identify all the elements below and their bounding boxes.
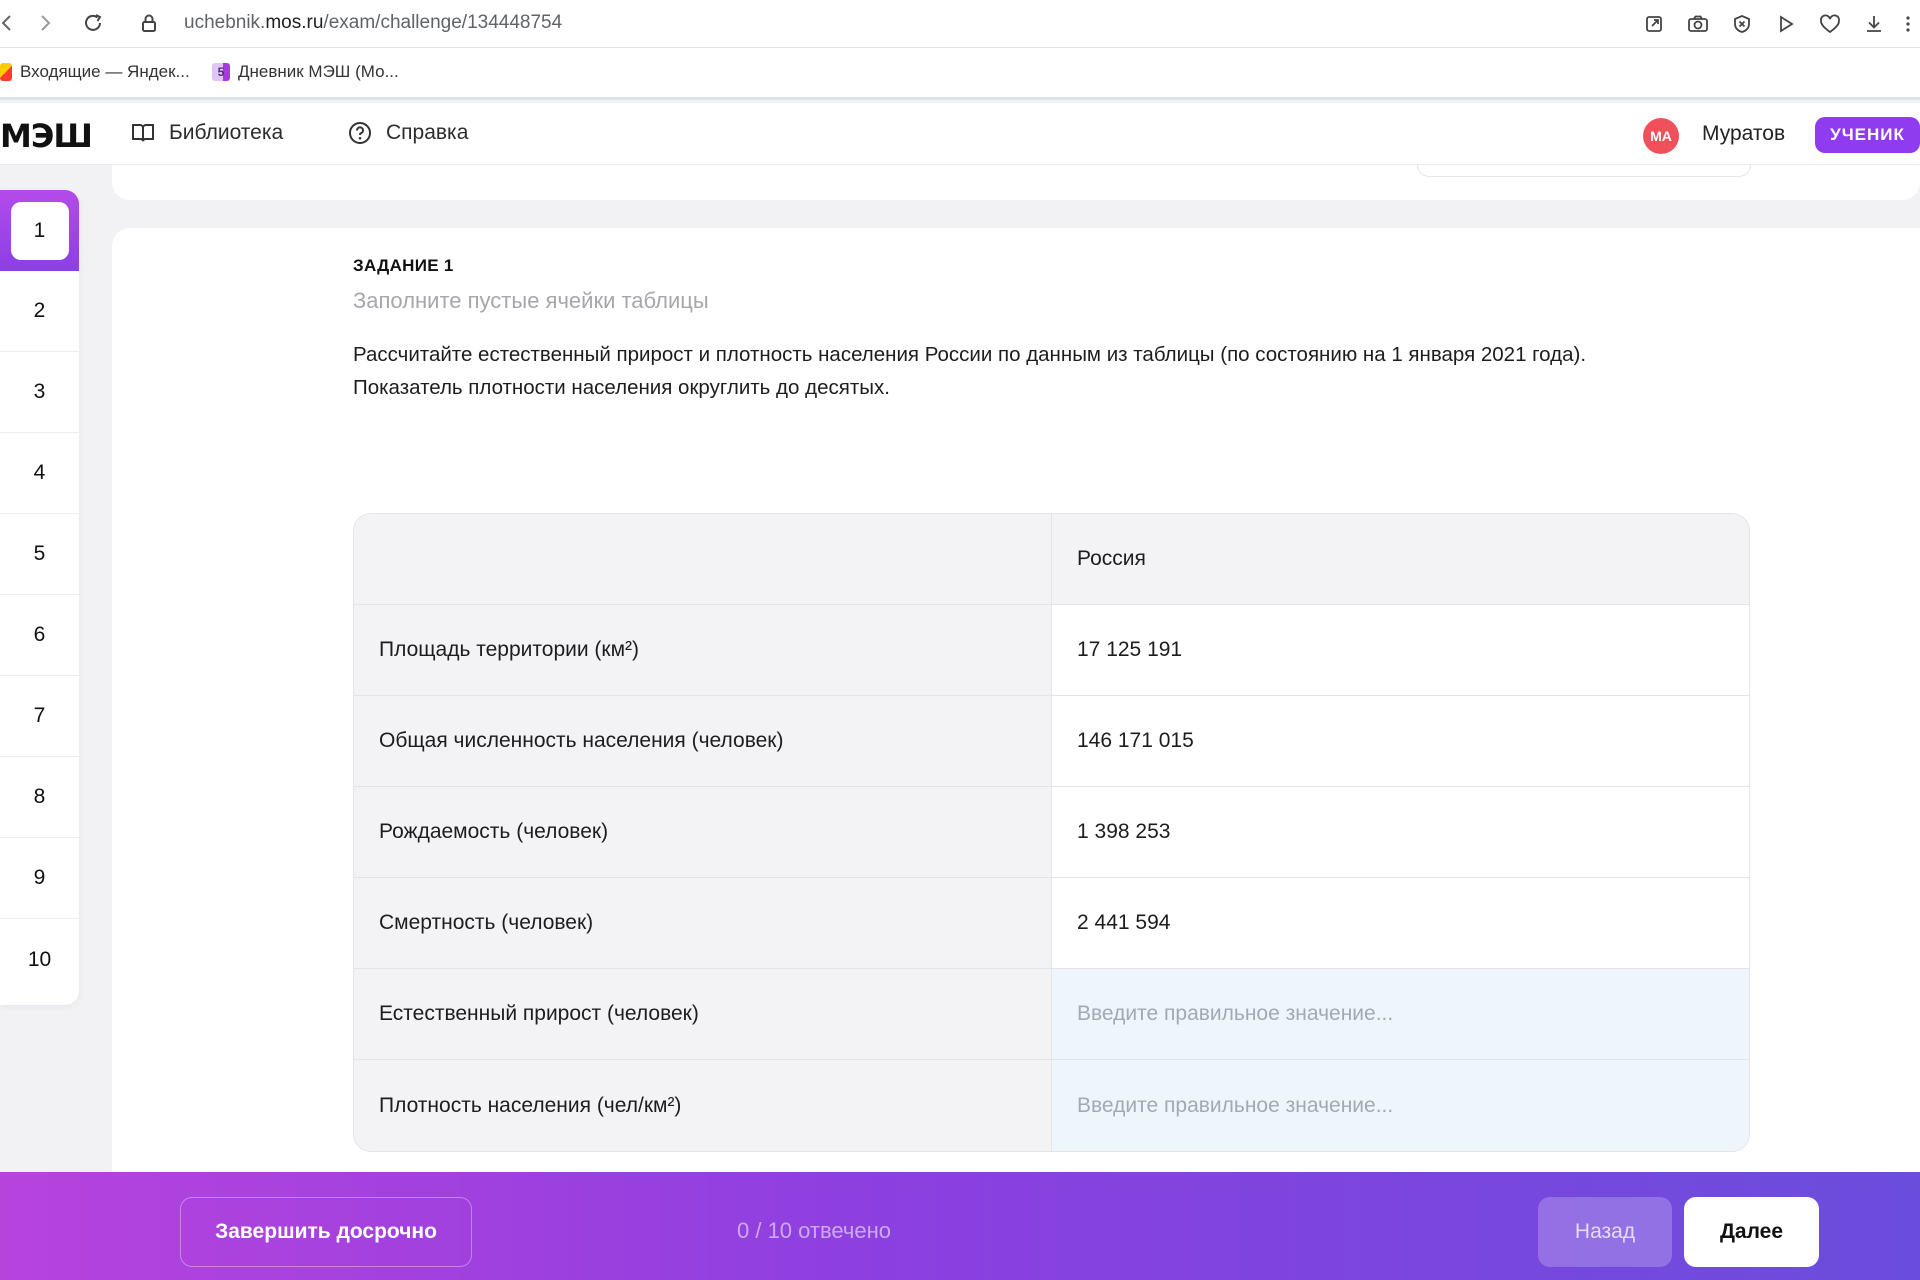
more-icon[interactable] (1896, 4, 1920, 44)
reload-icon[interactable] (76, 6, 110, 40)
row-label: Общая численность населения (человек) (354, 696, 1052, 786)
question-item-2[interactable]: 2 (0, 271, 79, 352)
next-button[interactable]: Далее (1684, 1197, 1819, 1267)
data-table: Россия Площадь территории (км²) 17 125 1… (353, 513, 1750, 1152)
progress-counter: 0 / 10 отвечено (737, 1218, 892, 1243)
heart-icon[interactable] (1808, 4, 1852, 44)
question-navigator: 1 2 3 4 5 6 7 8 9 10 (0, 190, 79, 1005)
table-row: Площадь территории (км²) 17 125 191 (354, 605, 1749, 696)
table-header-country: Россия (1052, 514, 1749, 604)
toolbar-icons (1632, 4, 1920, 44)
question-item-10[interactable]: 10 (0, 919, 79, 1000)
question-item-5[interactable]: 5 (0, 514, 79, 595)
row-value: 17 125 191 (1052, 605, 1749, 695)
task-label: ЗАДАНИЕ 1 (353, 256, 454, 275)
table-row: Естественный прирост (человек) (354, 969, 1749, 1060)
task-text-line: Показатель плотности населения округлить… (353, 376, 890, 399)
question-item-1[interactable]: 1 (0, 190, 79, 271)
forward-icon[interactable] (28, 6, 62, 40)
question-item-3[interactable]: 3 (0, 352, 79, 433)
table-row: Рождаемость (человек) 1 398 253 (354, 787, 1749, 878)
natural-growth-input[interactable] (1052, 969, 1749, 1059)
row-value: 2 441 594 (1052, 878, 1749, 968)
row-label: Рождаемость (человек) (354, 787, 1052, 877)
row-value: 1 398 253 (1052, 787, 1749, 877)
row-label: Естественный прирост (человек) (354, 969, 1052, 1059)
bookmark-label: Дневник МЭШ (Мо... (238, 62, 399, 81)
nav-library-label: Библиотека (169, 121, 284, 144)
app-header: МЭШ Библиотека Справка МА Муратов УЧЕНИК (0, 103, 1920, 165)
table-header-empty (354, 514, 1052, 604)
task-text-line: Рассчитайте естественный прирост и плотн… (353, 343, 1587, 366)
diary-badge: 5 (217, 65, 225, 79)
role-badge: УЧЕНИК (1815, 117, 1920, 153)
task-hint: Заполните пустые ячейки таблицы (353, 288, 709, 313)
question-item-6[interactable]: 6 (0, 595, 79, 676)
help-icon (349, 122, 371, 144)
url-domain: mos.ru (265, 12, 324, 33)
download-icon[interactable] (1852, 4, 1896, 44)
bookmark-label: Входящие — Яндек... (20, 62, 190, 81)
mail-icon (0, 63, 12, 81)
bookmark-diary[interactable]: 5 Дневник МЭШ (Мо... (212, 62, 399, 82)
table-header-row: Россия (354, 514, 1749, 605)
book-icon (132, 124, 154, 142)
nav-help-label: Справка (386, 121, 469, 144)
nav-help[interactable]: Справка (348, 121, 468, 145)
row-value: 146 171 015 (1052, 696, 1749, 786)
finish-early-button[interactable]: Завершить досрочно (180, 1197, 472, 1267)
table-row: Плотность населения (чел/км²) (354, 1060, 1749, 1151)
question-item-7[interactable]: 7 (0, 676, 79, 757)
task-text: Рассчитайте естественный прирост и плотн… (353, 338, 1793, 404)
row-label: Смертность (человек) (354, 878, 1052, 968)
url-path: /exam/challenge/134448754 (323, 12, 563, 33)
question-number: 1 (10, 201, 69, 260)
back-icon[interactable] (0, 6, 24, 40)
population-density-cell (1052, 1060, 1749, 1151)
bookmark-mail[interactable]: Входящие — Яндек... (0, 62, 190, 82)
question-item-4[interactable]: 4 (0, 433, 79, 514)
block-icon[interactable] (1720, 4, 1764, 44)
mesh-logo[interactable]: МЭШ (0, 117, 93, 155)
row-label: Площадь территории (км²) (354, 605, 1052, 695)
table-row: Общая численность населения (человек) 14… (354, 696, 1749, 787)
question-item-8[interactable]: 8 (0, 757, 79, 838)
bookmarks-bar: Входящие — Яндек... 5 Дневник МЭШ (Мо... (0, 48, 1920, 100)
population-density-input[interactable] (1052, 1060, 1749, 1151)
table-row: Смертность (человек) 2 441 594 (354, 878, 1749, 969)
avatar[interactable]: МА (1643, 118, 1679, 154)
bottom-action-bar: Завершить досрочно 0 / 10 отвечено Назад… (0, 1172, 1920, 1280)
diary-icon: 5 (212, 63, 230, 81)
natural-growth-cell (1052, 969, 1749, 1059)
row-label: Плотность населения (чел/км²) (354, 1060, 1052, 1151)
back-button[interactable]: Назад (1538, 1197, 1672, 1267)
nav-library[interactable]: Библиотека (131, 121, 283, 145)
share-icon[interactable] (1632, 4, 1676, 44)
previous-card (112, 165, 1920, 200)
camera-icon[interactable] (1676, 4, 1720, 44)
card-pill (1417, 165, 1751, 177)
browser-toolbar: uchebnik.mos.ru/exam/challenge/134448754 (0, 0, 1920, 48)
play-icon[interactable] (1764, 4, 1808, 44)
lock-icon[interactable] (132, 6, 166, 40)
question-item-9[interactable]: 9 (0, 838, 79, 919)
url-field[interactable]: uchebnik.mos.ru/exam/challenge/134448754 (184, 10, 562, 36)
user-name[interactable]: Муратов (1702, 122, 1785, 146)
url-domain-prefix: uchebnik. (184, 12, 266, 33)
